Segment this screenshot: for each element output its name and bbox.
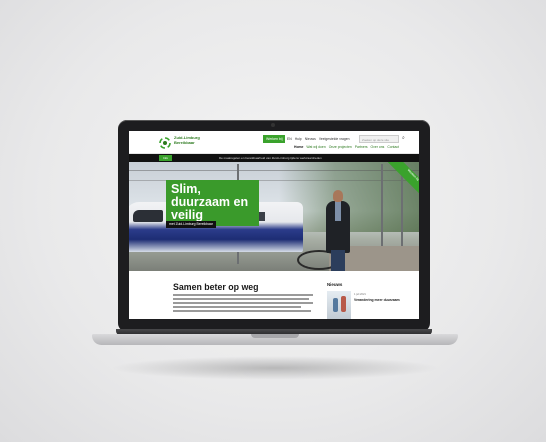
news-thumbnail[interactable]	[327, 291, 351, 319]
person-shirt	[335, 201, 341, 221]
nav-item-partners[interactable]: Partners	[355, 145, 368, 149]
site-header: Zuid-Limburg Bereikbaar Werken bij EN Hu…	[129, 131, 419, 154]
section-title: Samen beter op weg	[173, 282, 259, 292]
news-thumb-figure	[333, 298, 338, 312]
nav-item-contact[interactable]: Contact	[387, 145, 399, 149]
util-link-hulp[interactable]: Hulp	[295, 135, 302, 143]
announcement-bar: Info De maatregelen en bereikbaarheid va…	[129, 154, 419, 162]
laptop-shadow	[110, 356, 440, 380]
logo-icon[interactable]	[159, 137, 171, 149]
hero-subtitle: met Zuid-Limburg Bereikbaar	[166, 221, 216, 228]
nav-item-over-ons[interactable]: Over ons	[371, 145, 385, 149]
news-thumb-figure	[341, 296, 346, 312]
hero-person	[325, 190, 351, 271]
util-link-nieuws[interactable]: Nieuws	[305, 135, 316, 143]
util-link-en[interactable]: EN	[287, 135, 292, 143]
text-line	[173, 309, 311, 312]
utility-nav: EN Hulp Nieuws Veelgestelde vragen	[287, 135, 350, 143]
laptop-lid: Zuid-Limburg Bereikbaar Werken bij EN Hu…	[118, 120, 430, 332]
nav-item-projecten[interactable]: Onze projecten	[329, 145, 352, 149]
person-legs	[331, 250, 345, 271]
hero-wire	[129, 170, 419, 171]
main-content: Samen beter op weg Nieuws 1 juli 2021 Ve…	[129, 271, 419, 319]
train-window	[133, 210, 163, 222]
text-line	[173, 305, 301, 308]
news-title: Nieuws	[327, 282, 343, 287]
logo-text-line2: Bereikbaar	[174, 139, 195, 145]
text-line	[173, 294, 313, 296]
intro-paragraph	[173, 294, 313, 314]
util-link-faq[interactable]: Veelgestelde vragen	[319, 135, 350, 143]
laptop-base	[92, 334, 458, 345]
announcement-label: Info	[159, 155, 173, 161]
search-input[interactable]: Zoeken op deze site	[359, 135, 399, 143]
laptop-notch	[251, 334, 299, 338]
person-head	[333, 190, 343, 202]
text-line	[173, 301, 313, 304]
main-nav: Home Wat wij doen Onze projecten Partner…	[294, 145, 399, 149]
werken-bij-button[interactable]: Werken bij	[263, 135, 286, 143]
hero-title: Slim, duurzaam en veilig	[166, 180, 259, 226]
nav-item-home[interactable]: Home	[294, 145, 303, 149]
camera	[271, 123, 275, 127]
news-headline[interactable]: Verandering meer duurzaam	[354, 298, 402, 302]
laptop-screen: Zuid-Limburg Bereikbaar Werken bij EN Hu…	[129, 131, 419, 319]
announcement-text[interactable]: De maatregelen en bereikbaarheid van Zui…	[219, 154, 322, 162]
text-line	[173, 297, 309, 300]
hero-banner: Slim, duurzaam en veilig met Zuid-Limbur…	[129, 162, 419, 271]
logo-text[interactable]: Zuid-Limburg Bereikbaar	[174, 135, 200, 145]
nav-item-wat-wij-doen[interactable]: Wat wij doen	[306, 145, 325, 149]
search-icon[interactable]: ⌕	[402, 135, 405, 141]
news-date: 1 juli 2021	[354, 293, 366, 296]
